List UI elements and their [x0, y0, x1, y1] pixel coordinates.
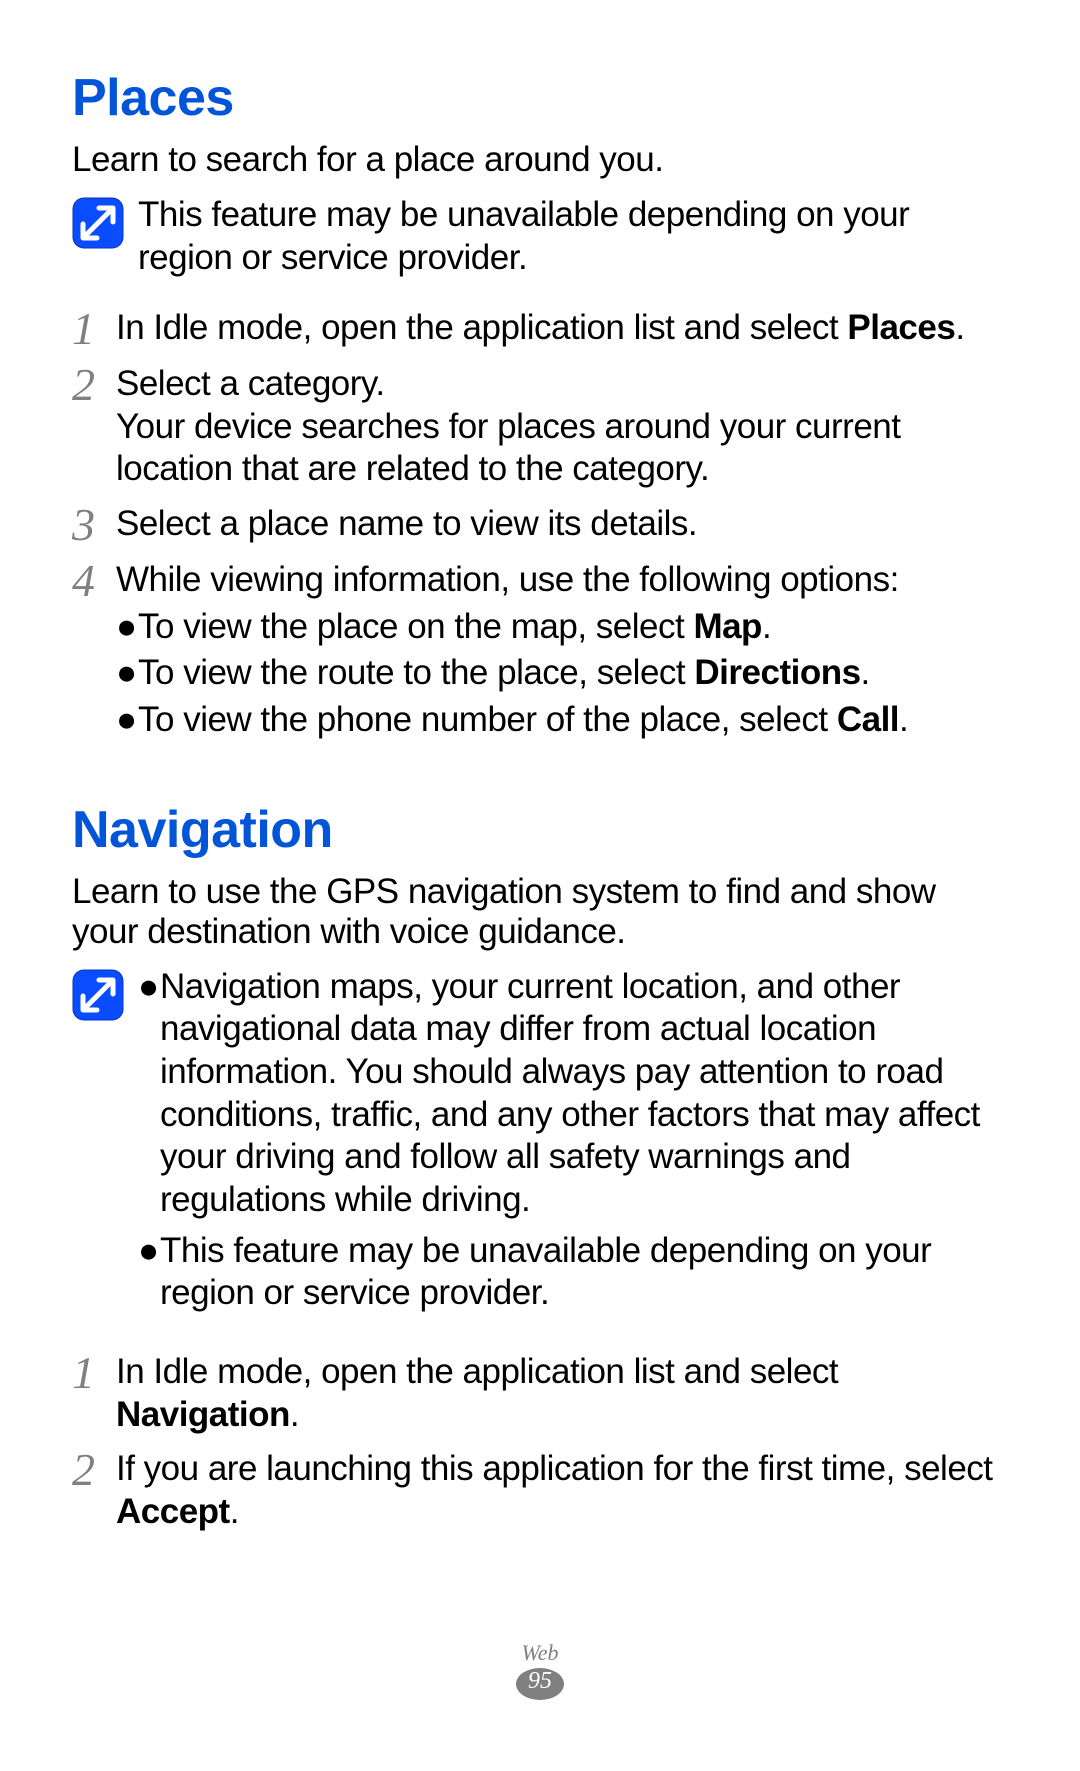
navigation-step-1: 1 In Idle mode, open the application lis…	[72, 1351, 1008, 1436]
navigation-step-2: 2 If you are launching this application …	[72, 1448, 1008, 1533]
page-footer: Web 95	[0, 1640, 1080, 1695]
step-text: .	[955, 308, 964, 347]
step-text: In Idle mode, open the application list …	[116, 308, 847, 347]
step-body: If you are launching this application fo…	[116, 1448, 1008, 1533]
bullet-marker: ●	[116, 652, 138, 695]
bold-term: Map	[693, 607, 762, 646]
places-note-text: This feature may be unavailable dependin…	[138, 194, 1008, 279]
places-step-3: 3 Select a place name to view its detail…	[72, 503, 1008, 547]
step-number: 3	[72, 503, 116, 547]
step-body: While viewing information, use the follo…	[116, 559, 1008, 746]
step-text: Select a place name to view its details.	[116, 504, 697, 543]
navigation-intro: Learn to use the GPS navigation system t…	[72, 872, 1008, 952]
step-number: 2	[72, 363, 116, 491]
note-bullet-text: This feature may be unavailable dependin…	[160, 1230, 1008, 1315]
page-number: 95	[528, 1668, 552, 1695]
step-text: .	[290, 1395, 299, 1434]
step-body: Select a place name to view its details.	[116, 503, 1008, 547]
step-body: In Idle mode, open the application list …	[116, 307, 1008, 351]
footer-label: Web	[0, 1640, 1080, 1666]
bullet-marker: ●	[116, 606, 138, 649]
bullet-text-part: To view the route to the place, select	[138, 653, 694, 692]
bullet-item: ● To view the route to the place, select…	[116, 652, 1008, 695]
places-note-block: This feature may be unavailable dependin…	[72, 194, 1008, 279]
places-step-2: 2 Select a category. Your device searche…	[72, 363, 1008, 491]
bold-term: Directions	[694, 653, 860, 692]
step-number: 1	[72, 1351, 116, 1436]
bullet-text-part: .	[861, 653, 870, 692]
bullet-text: To view the phone number of the place, s…	[138, 699, 908, 742]
places-step-4: 4 While viewing information, use the fol…	[72, 559, 1008, 746]
navigation-note-block: ● Navigation maps, your current location…	[72, 966, 1008, 1324]
step-number: 2	[72, 1448, 116, 1533]
bold-term: Call	[837, 700, 899, 739]
step-text: In Idle mode, open the application list …	[116, 1352, 838, 1391]
note-bullet: ● Navigation maps, your current location…	[138, 966, 1008, 1222]
bullet-item: ● To view the phone number of the place,…	[116, 699, 1008, 742]
step-body: Select a category. Your device searches …	[116, 363, 1008, 491]
bold-term: Accept	[116, 1492, 230, 1531]
step-number: 4	[72, 559, 116, 746]
step-text: If you are launching this application fo…	[116, 1449, 993, 1488]
bullet-marker: ●	[138, 1230, 160, 1315]
step-text: Select a category.	[116, 364, 385, 403]
bold-term: Navigation	[116, 1395, 290, 1434]
bullet-marker: ●	[138, 966, 160, 1222]
bullet-text: To view the route to the place, select D…	[138, 652, 870, 695]
bullet-marker: ●	[116, 699, 138, 742]
bullet-text-part: .	[899, 700, 908, 739]
step-text: While viewing information, use the follo…	[116, 560, 899, 599]
note-icon	[72, 197, 124, 249]
step-number: 1	[72, 307, 116, 351]
bullet-text: To view the place on the map, select Map…	[138, 606, 771, 649]
places-heading: Places	[72, 68, 1008, 128]
navigation-heading: Navigation	[72, 800, 1008, 860]
step-text: .	[230, 1492, 239, 1531]
step-body: In Idle mode, open the application list …	[116, 1351, 1008, 1436]
bullet-text-part: .	[762, 607, 771, 646]
note-icon	[72, 969, 124, 1021]
note-bullet-text: Navigation maps, your current location, …	[160, 966, 1008, 1222]
bold-term: Places	[847, 308, 955, 347]
bullet-text-part: To view the place on the map, select	[138, 607, 693, 646]
bullet-list: ● To view the place on the map, select M…	[116, 606, 1008, 742]
bullet-text-part: To view the phone number of the place, s…	[138, 700, 837, 739]
places-intro: Learn to search for a place around you.	[72, 140, 1008, 180]
navigation-note-bullets: ● Navigation maps, your current location…	[138, 966, 1008, 1324]
note-bullet: ● This feature may be unavailable depend…	[138, 1230, 1008, 1315]
step-extra-text: Your device searches for places around y…	[116, 406, 1008, 491]
places-step-1: 1 In Idle mode, open the application lis…	[72, 307, 1008, 351]
bullet-item: ● To view the place on the map, select M…	[116, 606, 1008, 649]
